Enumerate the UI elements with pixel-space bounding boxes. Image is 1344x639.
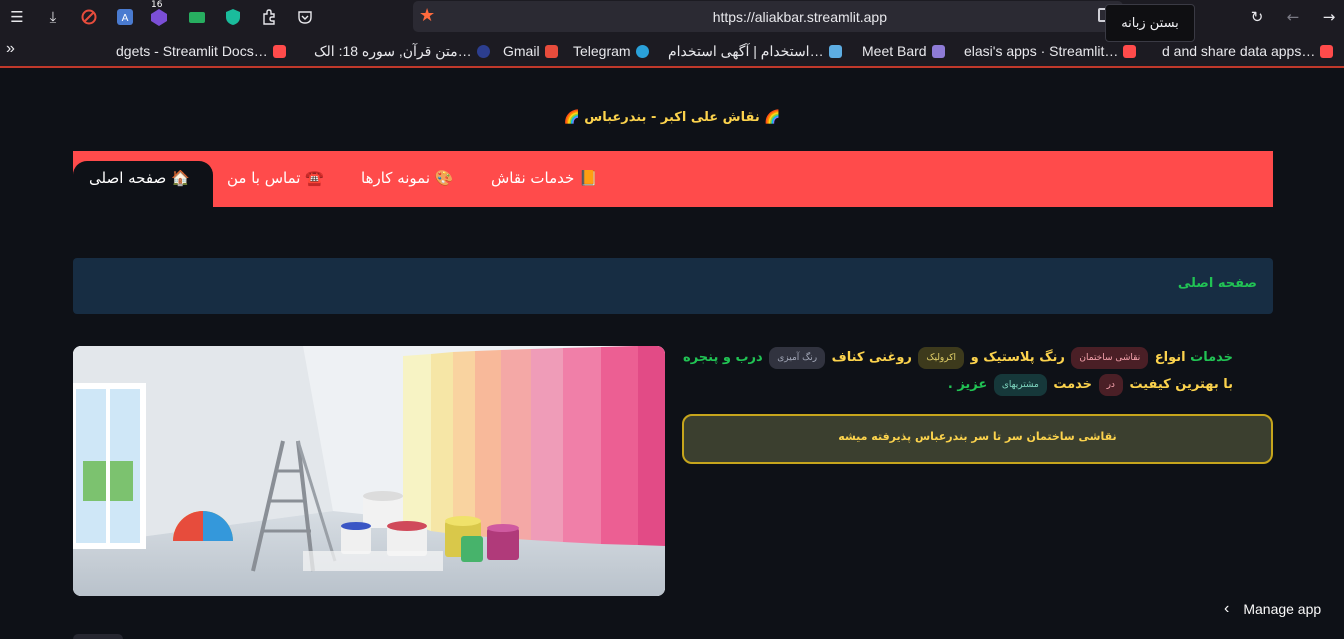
streamlit-icon bbox=[1320, 44, 1334, 58]
bookmark-item[interactable]: Meet Bard bbox=[862, 43, 945, 59]
bookmark-item[interactable]: Gmail bbox=[503, 43, 558, 59]
gmail-icon bbox=[544, 44, 558, 58]
bookmark-item[interactable]: استخدام | آگهی استخدام… bbox=[668, 43, 842, 60]
shield-extension-icon[interactable] bbox=[222, 6, 244, 28]
menu-icon[interactable]: ☰ bbox=[6, 6, 28, 28]
bard-icon bbox=[931, 44, 945, 58]
bookmark-item[interactable]: d and share data apps… bbox=[1162, 43, 1334, 59]
svg-text:A: A bbox=[122, 13, 129, 24]
bookmarks-overflow-icon[interactable]: » bbox=[6, 40, 15, 58]
bookmark-item[interactable]: dgets - Streamlit Docs… bbox=[116, 43, 286, 59]
translate-extension-icon[interactable]: A bbox=[114, 6, 136, 28]
notice-box: نقاشی ساختمان سر تا سر بندرعباس پذیرفته … bbox=[682, 414, 1273, 464]
badge-extension-icon[interactable]: 16 bbox=[148, 0, 170, 28]
hero-image bbox=[73, 346, 665, 596]
telegram-icon bbox=[635, 44, 649, 58]
address-bar[interactable]: ★ https://aliakbar.streamlit.app bbox=[413, 1, 1123, 32]
forward-icon[interactable]: → bbox=[1318, 6, 1340, 28]
streamlit-icon bbox=[272, 44, 286, 58]
scroll-indicator bbox=[73, 634, 123, 639]
tag-label: رنگ آمیزی bbox=[769, 346, 826, 369]
navigation-menu: صفحه اصلی 🏠 تماس با من ☎️ نمونه کارها 🎨 … bbox=[73, 151, 1273, 207]
url-text[interactable]: https://aliakbar.streamlit.app bbox=[713, 9, 887, 25]
nav-item-services[interactable]: خدمات نقاش 📙 bbox=[491, 169, 598, 187]
bookmark-star-icon[interactable]: ★ bbox=[419, 5, 435, 26]
extension-badge: 16 bbox=[151, 0, 163, 10]
tag-label: نقاشی ساختمان bbox=[1071, 346, 1149, 369]
bookmark-item[interactable]: متن قرآن, سوره 18: الک… bbox=[314, 43, 490, 60]
nav-item-contact[interactable]: تماس با من ☎️ bbox=[227, 169, 324, 187]
manage-app-button[interactable]: ‹ Manage app bbox=[1224, 600, 1321, 618]
jobs-icon bbox=[828, 45, 842, 58]
bookmark-item[interactable]: Telegram bbox=[573, 43, 649, 59]
tag-label: اکرولیک bbox=[918, 346, 965, 369]
chevron-left-icon: ‹ bbox=[1224, 600, 1230, 617]
info-box: صفحه اصلی bbox=[73, 258, 1273, 314]
reload-icon[interactable]: ↻ bbox=[1246, 6, 1268, 28]
wallet-extension-icon[interactable] bbox=[186, 6, 208, 28]
bookmark-item[interactable]: elasi's apps · Streamlit… bbox=[964, 43, 1137, 59]
tab-tooltip: بستن زبانه bbox=[1105, 4, 1195, 42]
extensions-icon[interactable] bbox=[258, 6, 280, 28]
notice-text: نقاشی ساختمان سر تا سر بندرعباس پذیرفته … bbox=[838, 430, 1117, 443]
services-paragraph: خدمات انواع نقاشی ساختمان رنگ پلاستیک و … bbox=[673, 344, 1233, 398]
back-icon[interactable]: ← bbox=[1282, 6, 1304, 28]
quran-icon bbox=[476, 45, 490, 58]
pocket-icon[interactable] bbox=[294, 6, 316, 28]
download-icon[interactable]: ⤓ bbox=[42, 6, 64, 28]
nav-item-home[interactable]: صفحه اصلی 🏠 bbox=[73, 161, 213, 207]
streamlit-icon bbox=[1123, 44, 1137, 58]
nav-item-portfolio[interactable]: نمونه کارها 🎨 bbox=[361, 169, 453, 187]
tag-label: مشتریهای bbox=[993, 373, 1047, 396]
site-title: 🌈 نقاش علی اکبر - بندرعباس 🌈 bbox=[563, 110, 781, 125]
info-text: صفحه اصلی bbox=[1177, 276, 1257, 291]
tag-label: در bbox=[1098, 373, 1123, 396]
blocker-extension-icon[interactable] bbox=[78, 6, 100, 28]
